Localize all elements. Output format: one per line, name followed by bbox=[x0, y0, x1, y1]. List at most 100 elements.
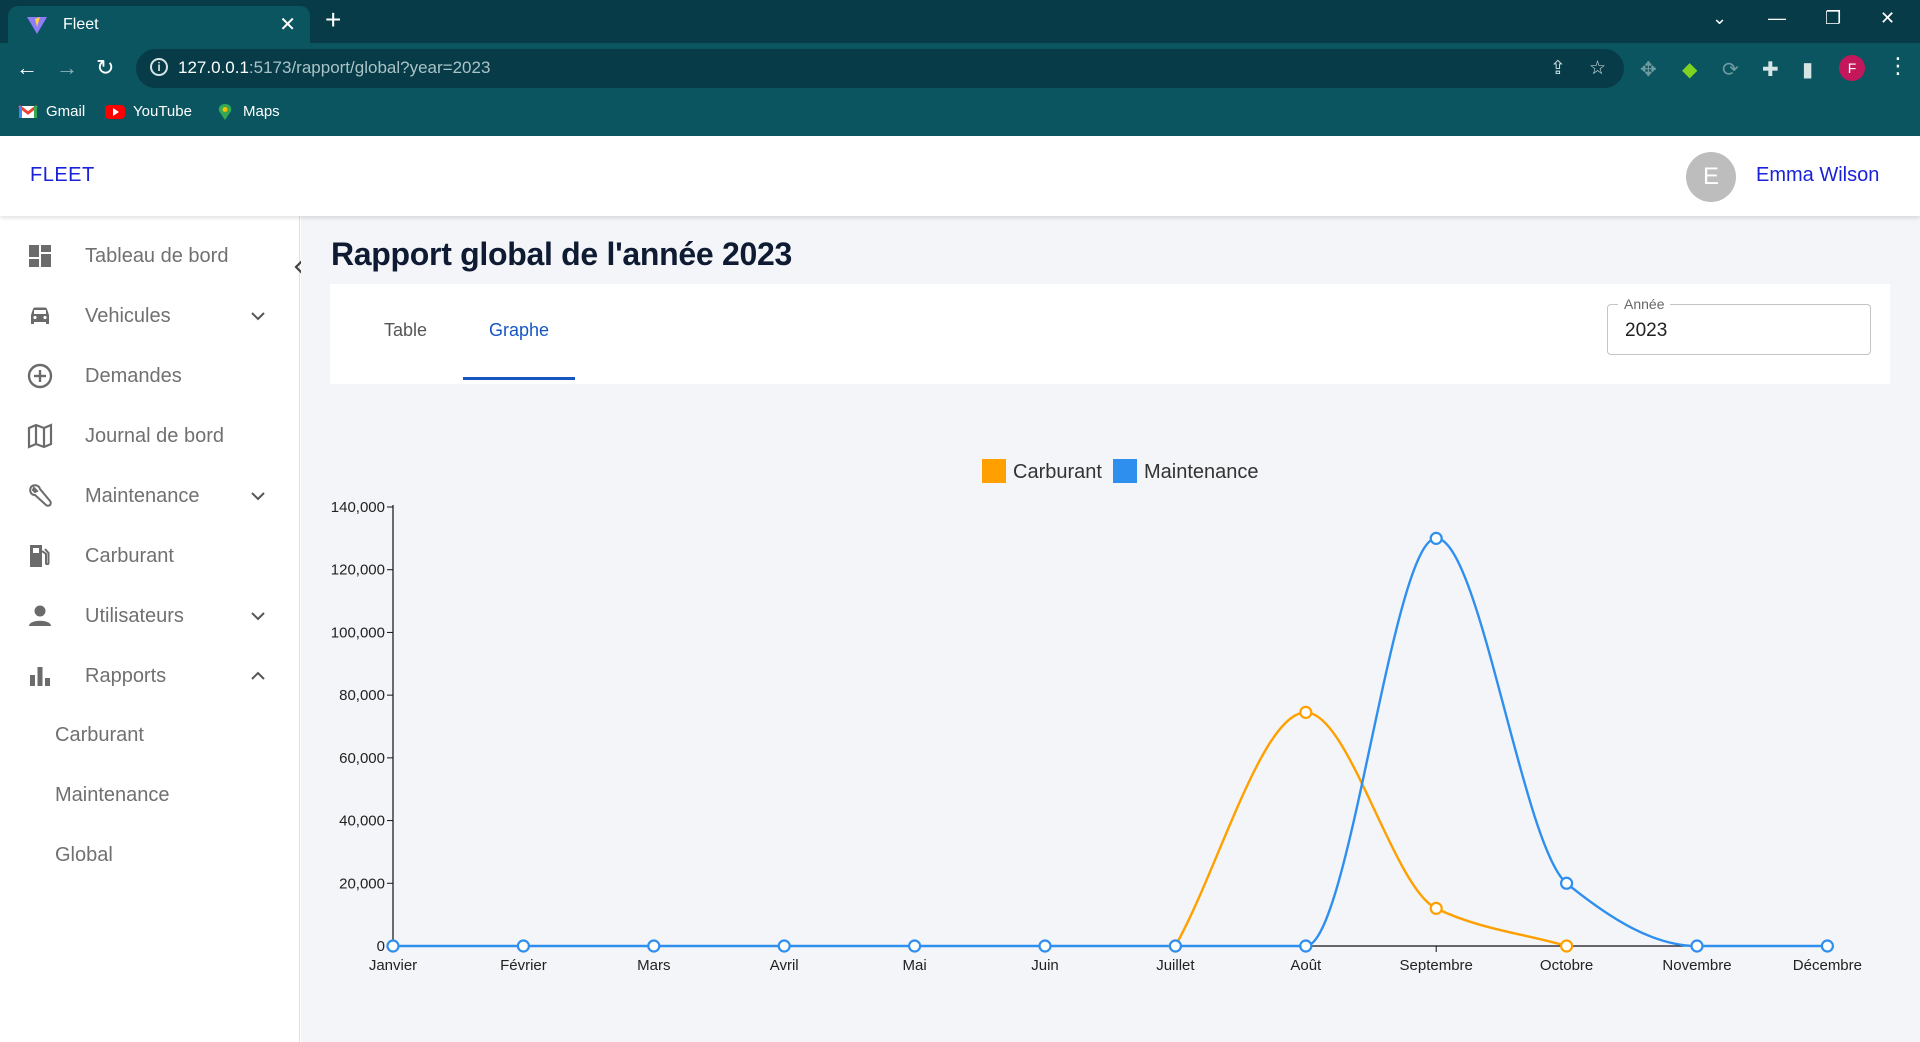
sidebar-subitem-label: Maintenance bbox=[55, 784, 170, 806]
sidebar-subitem-carburant[interactable]: Carburant bbox=[0, 712, 299, 760]
share-icon[interactable]: ⇪ bbox=[1550, 57, 1566, 80]
x-tick-label: Avril bbox=[770, 957, 799, 974]
sidebar-item-label: Tableau de bord bbox=[85, 244, 229, 267]
browser-menu-icon[interactable]: ⋮ bbox=[1887, 53, 1909, 79]
sidebar-subitem-maintenance[interactable]: Maintenance bbox=[0, 772, 299, 820]
x-tick-label: Décembre bbox=[1793, 957, 1862, 974]
x-tick-label: Octobre bbox=[1540, 957, 1593, 974]
new-tab-icon[interactable]: + bbox=[325, 4, 341, 36]
data-point-maintenance bbox=[1559, 876, 1574, 890]
chart-series bbox=[386, 531, 1835, 953]
data-point-maintenance bbox=[1820, 939, 1835, 953]
x-tick-label: Janvier bbox=[369, 957, 417, 974]
browser-tab-strip: Fleet ✕ + ⌄ — ❐ ✕ bbox=[0, 0, 1920, 43]
sidebar-subitem-label: Carburant bbox=[55, 724, 144, 746]
sidebar-item-maintenance[interactable]: Maintenance bbox=[0, 472, 299, 520]
data-point-maintenance bbox=[1690, 939, 1704, 953]
avatar[interactable]: E bbox=[1686, 152, 1736, 202]
app-header: FLEET E Emma Wilson bbox=[0, 136, 1920, 216]
forward-icon[interactable]: → bbox=[56, 55, 78, 81]
close-window-icon[interactable]: ✕ bbox=[1880, 8, 1895, 29]
brand-logo[interactable]: FLEET bbox=[30, 164, 95, 187]
data-point-maintenance bbox=[1429, 531, 1443, 545]
x-tick-label: Mai bbox=[903, 957, 927, 974]
sidebar-item-utilisateurs[interactable]: Utilisateurs bbox=[0, 592, 299, 640]
bookmark-label: YouTube bbox=[133, 103, 192, 120]
extensions-puzzle-icon[interactable]: ✚ bbox=[1762, 57, 1779, 82]
add-circle-icon bbox=[27, 363, 53, 389]
y-tick-label: 20,000 bbox=[339, 875, 385, 892]
reload-icon[interactable]: ↻ bbox=[96, 55, 114, 81]
profile-avatar[interactable]: F bbox=[1839, 55, 1865, 81]
url-text[interactable]: 127.0.0.1:5173/rapport/global?year=2023 bbox=[178, 58, 490, 78]
chart-axes: 0 20,000 40,000 60,000 80,000 100,000 120,000 1… bbox=[331, 499, 1862, 974]
back-icon[interactable]: ← bbox=[16, 55, 38, 81]
y-tick-label: 0 bbox=[377, 938, 385, 955]
x-tick-label: Mars bbox=[637, 957, 670, 974]
sidebar-item-label: Maintenance bbox=[85, 484, 200, 507]
x-tick-label: Novembre bbox=[1662, 957, 1731, 974]
x-tick-label: Août bbox=[1290, 957, 1322, 974]
legend-label: Carburant bbox=[1013, 461, 1102, 483]
restore-icon[interactable]: ❐ bbox=[1825, 8, 1841, 29]
gmail-icon bbox=[18, 104, 38, 118]
browser-toolbar: ← → ↻ i 127.0.0.1:5173/rapport/global?ye… bbox=[0, 43, 1920, 136]
y-tick-label: 120,000 bbox=[331, 562, 385, 579]
side-panel-icon[interactable]: ▮ bbox=[1802, 57, 1813, 82]
y-tick-label: 40,000 bbox=[339, 813, 385, 830]
browser-tab-title: Fleet bbox=[63, 16, 99, 33]
address-bar[interactable]: i 127.0.0.1:5173/rapport/global?year=202… bbox=[136, 49, 1624, 88]
x-tick-label: Septembre bbox=[1400, 957, 1473, 974]
sidebar-item-carburant[interactable]: Carburant bbox=[0, 532, 299, 580]
maps-icon bbox=[218, 103, 232, 120]
data-point-maintenance bbox=[907, 939, 922, 953]
y-tick-label: 80,000 bbox=[339, 687, 385, 704]
bookmark-label: Gmail bbox=[46, 103, 86, 120]
chevron-down-icon bbox=[251, 492, 265, 501]
x-tick-label: Juillet bbox=[1156, 957, 1195, 974]
sidebar-item-vehicules[interactable]: Vehicules bbox=[0, 292, 299, 340]
bookmark-maps[interactable]: Maps bbox=[215, 103, 280, 120]
sidebar-item-tableau-de-bord[interactable]: Tableau de bord bbox=[0, 232, 299, 280]
sidebar-item-label: Carburant bbox=[85, 544, 174, 567]
browser-tab[interactable]: Fleet ✕ bbox=[8, 6, 310, 43]
map-icon bbox=[27, 423, 53, 449]
sidebar: Tableau de bord Vehicules Demandes Journ… bbox=[0, 216, 303, 1042]
car-icon bbox=[31, 307, 49, 324]
chevron-down-icon bbox=[251, 612, 265, 621]
bookmark-gmail[interactable]: Gmail bbox=[18, 103, 85, 120]
sidebar-item-label: Demandes bbox=[85, 364, 182, 387]
sidebar-item-journal-de-bord[interactable]: Journal de bord bbox=[0, 412, 299, 460]
bookmark-youtube[interactable]: YouTube bbox=[105, 103, 192, 120]
extension-green-icon[interactable]: ◆ bbox=[1682, 57, 1697, 82]
sidebar-item-rapports[interactable]: Rapports bbox=[0, 652, 299, 700]
bookmark-star-icon[interactable]: ☆ bbox=[1589, 57, 1606, 80]
y-tick-label: 60,000 bbox=[339, 750, 385, 767]
sidebar-item-label: Journal de bord bbox=[85, 424, 224, 447]
x-tick-label: Février bbox=[500, 957, 547, 974]
tab-close-icon[interactable]: ✕ bbox=[279, 12, 296, 37]
extension-sync-icon[interactable]: ⟳ bbox=[1722, 57, 1739, 82]
legend-swatch bbox=[982, 459, 1006, 483]
site-info-icon[interactable]: i bbox=[150, 58, 168, 76]
minimize-icon[interactable]: — bbox=[1768, 8, 1786, 29]
x-tick-label: Juin bbox=[1031, 957, 1059, 974]
chevron-up-icon bbox=[251, 671, 265, 680]
sidebar-subitem-label: Global bbox=[55, 844, 113, 866]
series-line-maintenance bbox=[393, 537, 1828, 948]
data-point-carburant bbox=[1559, 939, 1574, 953]
user-name[interactable]: Emma Wilson bbox=[1756, 164, 1879, 187]
sidebar-subitem-global[interactable]: Global bbox=[0, 832, 299, 880]
wrench-icon bbox=[29, 484, 52, 507]
chevron-down-icon bbox=[251, 312, 265, 321]
tab-search-icon[interactable]: ⌄ bbox=[1712, 8, 1727, 29]
extension-move-icon[interactable]: ✥ bbox=[1640, 57, 1657, 82]
dashboard-icon bbox=[29, 245, 51, 267]
fuel-pump-icon bbox=[30, 545, 50, 567]
data-point-maintenance bbox=[647, 939, 661, 953]
data-point-maintenance bbox=[386, 939, 400, 953]
sidebar-item-label: Rapports bbox=[85, 664, 167, 687]
y-tick-label: 100,000 bbox=[331, 624, 385, 641]
data-point-carburant bbox=[1429, 901, 1443, 915]
sidebar-item-demandes[interactable]: Demandes bbox=[0, 352, 299, 400]
